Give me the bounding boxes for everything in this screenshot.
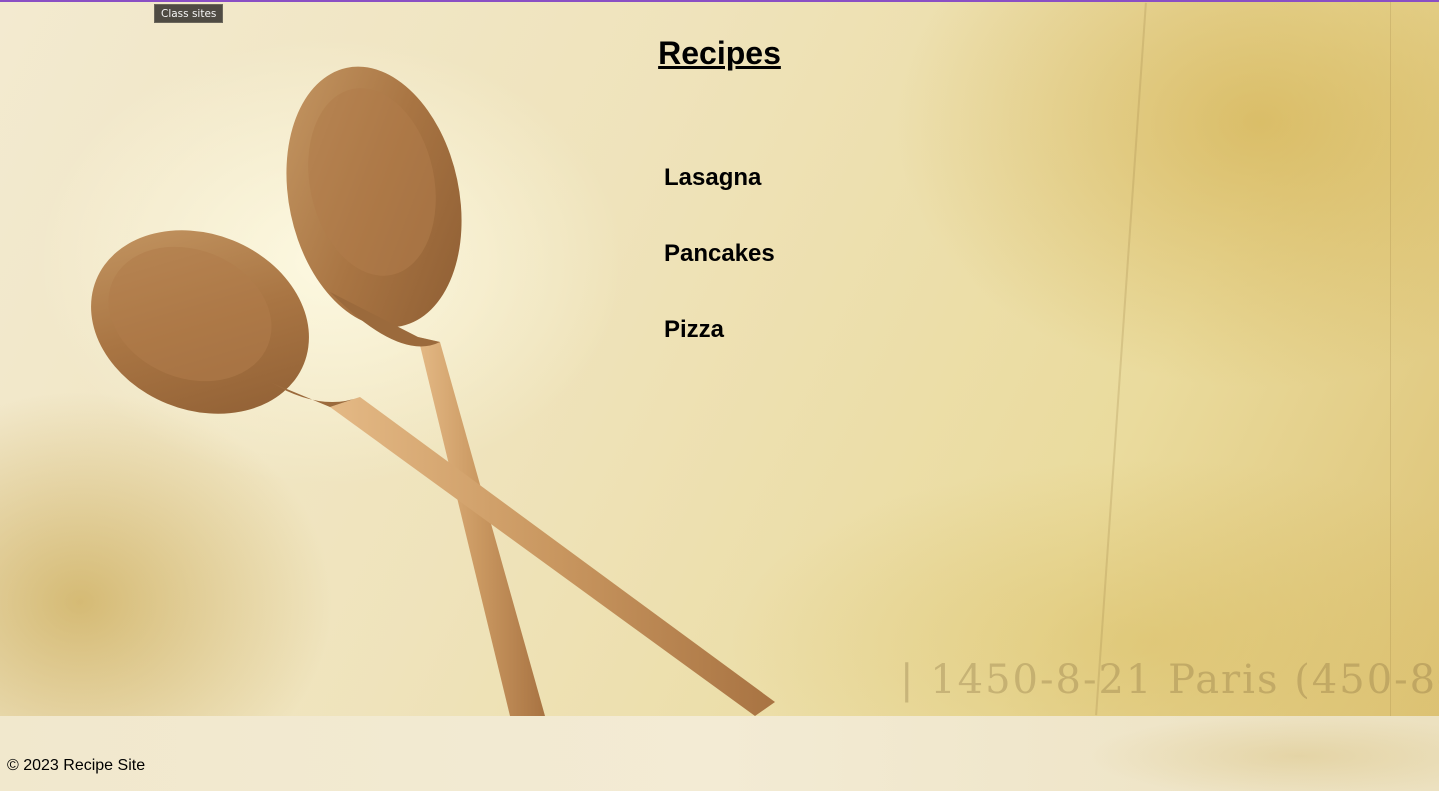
recipe-item-pizza: Pizza [664,314,775,390]
page-title: Recipes [658,35,781,71]
texture-crease [1390,2,1391,716]
footer-copyright: © 2023 Recipe Site [7,757,146,774]
paris-stamp: | 1450-8-21 Paris (450-8- [900,657,1439,703]
texture-crease [1095,2,1147,716]
recipe-link-pancakes[interactable]: Pancakes [664,240,775,267]
back-spoon [286,66,545,716]
recipe-item-pancakes: Pancakes [664,238,775,314]
recipe-item-lasagna: Lasagna [664,162,775,238]
footer-band [0,716,1439,791]
recipe-list: Lasagna Pancakes Pizza [664,162,775,390]
recipe-link-pizza[interactable]: Pizza [664,316,724,343]
class-sites-button[interactable]: Class sites [154,4,224,23]
recipe-link-lasagna[interactable]: Lasagna [664,164,761,191]
